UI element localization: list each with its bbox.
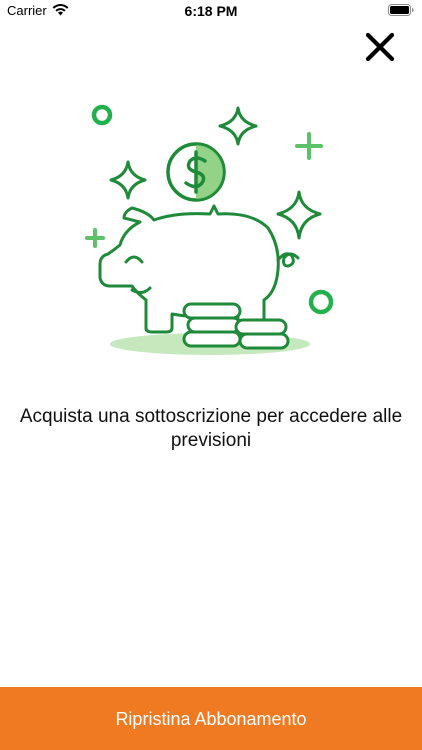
sparkle-icon — [218, 106, 258, 146]
status-time: 6:18 PM — [184, 3, 238, 19]
circle-decor-icon — [308, 289, 334, 315]
battery-icon — [388, 4, 414, 16]
status-bar: Carrier 6:18 PM — [0, 0, 422, 22]
subscription-screen: Carrier 6:18 PM Acquista una sottoscrizi… — [0, 0, 422, 750]
plus-decor-icon — [85, 228, 105, 248]
piggy-bank-icon — [85, 104, 334, 355]
dollar-coin-icon — [166, 142, 226, 202]
close-icon — [365, 32, 395, 62]
sparkle-icon — [109, 160, 147, 200]
subscription-message: Acquista una sottoscrizione per accedere… — [19, 406, 403, 451]
close-button[interactable] — [363, 30, 397, 64]
coin-stack-icon — [182, 302, 290, 350]
plus-decor-icon — [295, 132, 323, 160]
sparkle-icon — [276, 190, 322, 240]
restore-subscription-button[interactable]: Ripristina Abbonamento — [0, 687, 422, 750]
circle-decor-icon — [91, 104, 113, 126]
